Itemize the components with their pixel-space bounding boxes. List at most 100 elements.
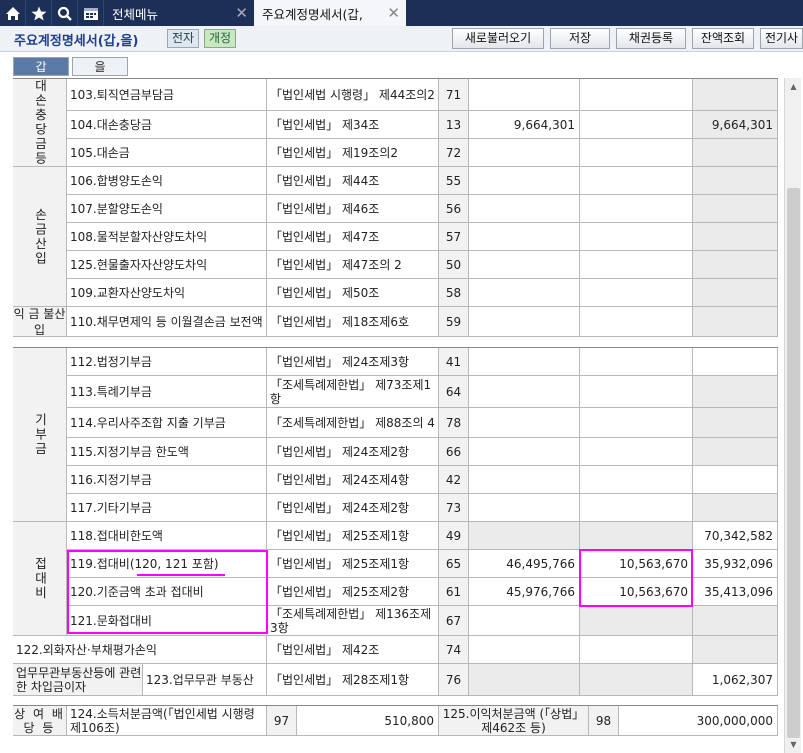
row-amount-1[interactable] xyxy=(469,195,580,223)
row-law: 「법인세법」 제24조제3항 xyxy=(267,348,439,376)
row-label: 121.문화접대비 xyxy=(67,606,267,636)
table-row: 120.기준금액 초과 접대비 「법인세법」 제25조제2항 61 45,976… xyxy=(13,578,778,606)
save-button[interactable]: 저장 xyxy=(550,28,610,49)
row-amount-1[interactable]: 45,976,766 xyxy=(469,578,580,606)
row-amount-1[interactable] xyxy=(469,251,580,279)
row-label: 109.교환자산양도차익 xyxy=(67,279,267,307)
row-label: 118.접대비한도액 xyxy=(67,522,267,550)
row-amount-2[interactable] xyxy=(580,251,693,279)
table-row: 117.기타기부금 「법인세법」 제24조제2항 73 xyxy=(13,494,778,522)
row-amount-1[interactable] xyxy=(469,606,580,636)
tab-account-statement[interactable]: 주요계정명세서(갑, ✕ xyxy=(254,0,406,26)
row-amount-2[interactable] xyxy=(580,348,693,376)
row-code: 50 xyxy=(439,251,469,279)
row-amount-1[interactable] xyxy=(469,348,580,376)
row-amount-2[interactable] xyxy=(580,376,693,408)
row-law: 「조세특례제한법」 제73조제1항 xyxy=(267,376,439,408)
footer-amount-2[interactable]: 300,000,000 xyxy=(619,706,778,736)
tab-eul[interactable]: 을 xyxy=(72,57,128,76)
row-amount-3[interactable]: 70,342,582 xyxy=(693,522,778,550)
tab-full-menu[interactable]: 전체메뉴 ✕ xyxy=(104,0,254,26)
section-separator xyxy=(13,337,778,348)
row-amount-2[interactable]: 10,563,670 xyxy=(580,550,693,578)
row-amount-3 xyxy=(693,307,778,337)
table-row: 109.교환자산양도차익 「법인세법」 제50조 58 xyxy=(13,279,778,307)
table-row: 105.대손금 「법인세법」 제19조의2 72 xyxy=(13,139,778,167)
row-label: 115.지정기부금 한도액 xyxy=(67,438,267,466)
row-law: 「법인세법」 제25조제2항 xyxy=(267,578,439,606)
row-amount-1[interactable] xyxy=(469,279,580,307)
bond-register-button[interactable]: 채권등록 xyxy=(616,28,686,49)
row-amount-3[interactable]: 35,932,096 xyxy=(693,550,778,578)
balance-inquiry-button[interactable]: 잔액조회 xyxy=(692,28,754,49)
row-amount-2[interactable] xyxy=(580,408,693,438)
row-amount-2[interactable] xyxy=(580,307,693,337)
row-code: 42 xyxy=(439,466,469,494)
search-icon[interactable] xyxy=(52,0,78,26)
row-amount-1[interactable] xyxy=(469,167,580,195)
row-amount-1[interactable] xyxy=(469,79,580,111)
prior-period-button[interactable]: 전기사 xyxy=(760,28,803,49)
row-amount-1[interactable] xyxy=(469,307,580,337)
table-row: 104.대손충당금 「법인세법」 제34조 13 9,664,301 9,664… xyxy=(13,111,778,139)
row-amount-1[interactable]: 46,495,766 xyxy=(469,550,580,578)
row-label: 112.법정기부금 xyxy=(67,348,267,376)
row-amount-3[interactable] xyxy=(693,348,778,376)
scroll-up-icon[interactable]: ▲ xyxy=(785,78,802,95)
vertical-scrollbar[interactable]: ▲ ▼ xyxy=(784,78,801,753)
row-amount-1[interactable]: 9,664,301 xyxy=(469,111,580,139)
tab-gap[interactable]: 갑 xyxy=(13,57,69,76)
row-amount-3[interactable]: 35,413,096 xyxy=(693,578,778,606)
row-amount-2[interactable] xyxy=(580,466,693,494)
footer-amount[interactable]: 510,800 xyxy=(297,706,439,736)
reload-button[interactable]: 새로불러오기 xyxy=(452,28,544,49)
row-law: 「법인세법」 제28조제1항 xyxy=(267,664,439,696)
table-row: 110.채무면제익 등 이월결손금 보전액 「법인세법」 제18조제6호 59 xyxy=(13,307,778,337)
row-label: 113.특례기부금 xyxy=(67,376,267,408)
row-law: 「법인세법」 제46조 xyxy=(267,195,439,223)
row-amount-2[interactable] xyxy=(580,636,693,664)
scroll-thumb[interactable] xyxy=(787,188,800,738)
row-amount-2[interactable] xyxy=(580,167,693,195)
row-amount-1[interactable] xyxy=(469,466,580,494)
table-row: 106.합병양도손익 「법인세법」 제44조 55 xyxy=(13,167,778,195)
row-amount-1[interactable] xyxy=(469,408,580,438)
row-amount-2[interactable] xyxy=(580,195,693,223)
row-amount-2 xyxy=(580,606,693,636)
row-amount-2 xyxy=(580,522,693,550)
row-amount-1[interactable] xyxy=(469,223,580,251)
close-icon[interactable]: ✕ xyxy=(235,4,248,22)
row-amount-2[interactable] xyxy=(580,139,693,167)
row-amount-3 xyxy=(693,195,778,223)
row-label: 104.대손충당금 xyxy=(67,111,267,139)
row-label: 125.현물출자자산양도차익 xyxy=(67,251,267,279)
row-amount-3[interactable] xyxy=(693,466,778,494)
row-label: 107.분할양도손익 xyxy=(67,195,267,223)
star-icon[interactable] xyxy=(26,0,52,26)
row-amount-3[interactable]: 1,062,307 xyxy=(693,664,778,696)
close-icon[interactable]: ✕ xyxy=(387,4,400,22)
row-label: 122.외화자산·부채평가손익 xyxy=(13,636,267,664)
home-icon[interactable] xyxy=(0,0,26,26)
calendar-icon[interactable] xyxy=(78,0,104,26)
row-amount-1[interactable] xyxy=(469,139,580,167)
row-law: 「법인세법」 제50조 xyxy=(267,279,439,307)
row-code: 67 xyxy=(439,606,469,636)
row-amount-1[interactable] xyxy=(469,376,580,408)
row-amount-2[interactable] xyxy=(580,279,693,307)
row-code: 55 xyxy=(439,167,469,195)
row-amount-1[interactable] xyxy=(469,438,580,466)
row-amount-2[interactable] xyxy=(580,79,693,111)
row-amount-1[interactable] xyxy=(469,494,580,522)
row-amount-2[interactable] xyxy=(580,438,693,466)
table-row: 103.퇴직연금부담금 「법인세법 시행령」 제44조의2 71 xyxy=(13,79,778,111)
scroll-down-icon[interactable]: ▼ xyxy=(785,736,802,753)
row-amount-1[interactable] xyxy=(469,636,580,664)
row-amount-2[interactable]: 10,563,670 xyxy=(580,578,693,606)
table-row: 108.물적분할자산양도차익 「법인세법」 제47조 57 xyxy=(13,223,778,251)
row-amount-2[interactable] xyxy=(580,223,693,251)
row-amount-2[interactable] xyxy=(580,111,693,139)
row-amount-2[interactable] xyxy=(580,494,693,522)
row-amount-3 xyxy=(693,408,778,438)
footer-label: 124.소득처분금액(「법인세법 시행령 제106조) xyxy=(67,706,267,736)
